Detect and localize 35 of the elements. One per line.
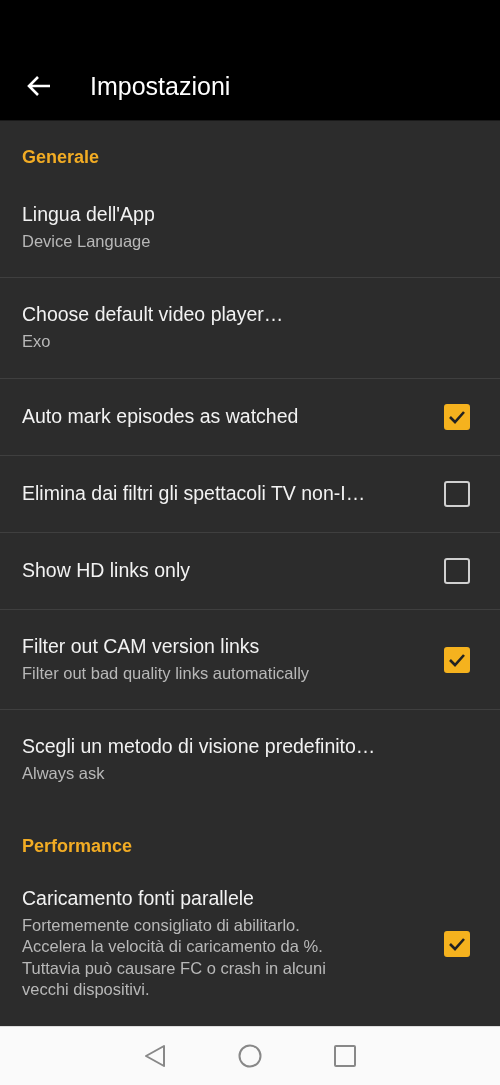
settings-row[interactable]: Lingua dell'App Device Language — [0, 178, 500, 279]
setting-title: Elimina dai filtri gli spettacoli TV non-I… — [22, 482, 367, 506]
checkbox[interactable] — [444, 480, 470, 507]
back-nav-icon[interactable] — [144, 1044, 166, 1068]
settings-row[interactable]: Choose default video player… Exo — [0, 278, 500, 379]
section-header: Generale — [21, 146, 101, 169]
setting-summary: Filter out bad quality links automatically — [22, 662, 311, 684]
settings-row[interactable]: Caricamento fonti parallele Fortememente consigliato di abilitarlo. Accelera la velocità di caricamento da %. Tuttavia può causare FC o crash in alcuni vecchi dispositivi. — [0, 866, 500, 1021]
setting-title: Show HD links only — [22, 559, 191, 583]
check-icon — [448, 409, 466, 424]
setting-title: Auto mark episodes as watched — [22, 405, 300, 429]
setting-title: Filter out CAM version links — [22, 634, 261, 658]
checkbox[interactable] — [444, 646, 470, 673]
setting-summary: Exo — [22, 331, 52, 353]
settings-row[interactable]: Filter out CAM version links Filter out bad quality links automatically — [0, 609, 500, 711]
checkbox[interactable] — [444, 403, 470, 430]
check-icon — [448, 652, 466, 667]
settings-row[interactable]: Show HD links only — [0, 532, 500, 610]
settings-row[interactable]: Auto mark episodes as watched — [0, 378, 500, 456]
setting-title: Lingua dell'App — [22, 203, 156, 226]
checkbox[interactable] — [444, 930, 470, 957]
home-nav-icon[interactable] — [238, 1044, 262, 1068]
setting-title: Scegli un metodo di visione predefinito… — [22, 735, 377, 759]
setting-title: Caricamento fonti parallele — [22, 886, 255, 910]
section-header: Performance — [21, 834, 134, 858]
check-icon — [448, 936, 466, 951]
recents-nav-icon[interactable] — [334, 1045, 356, 1067]
setting-summary: Fortememente consigliato di abilitarlo. Accelera la velocità di caricamento da %. Tuttavia può causare FC o crash in alcuni vecchi dispositivi. — [22, 914, 327, 1001]
settings-row[interactable]: Scegli un metodo di visione predefinito… Always ask — [0, 710, 500, 810]
setting-summary: Device Language — [22, 231, 152, 252]
screen-title: Impostazioni — [90, 71, 231, 101]
setting-title: Choose default video player… — [22, 303, 285, 327]
checkbox[interactable] — [444, 557, 470, 584]
settings-row[interactable]: Elimina dai filtri gli spettacoli TV non-I… — [0, 455, 500, 533]
setting-summary: Always ask — [22, 763, 106, 785]
